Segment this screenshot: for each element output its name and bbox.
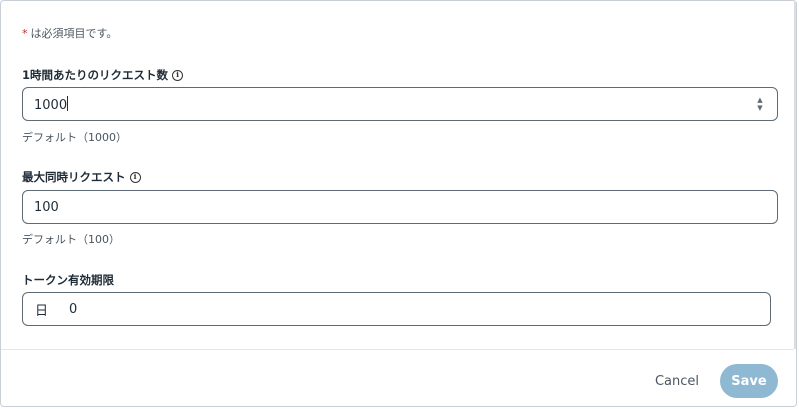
- max-concurrent-label-text: 最大同時リクエスト: [22, 170, 126, 184]
- required-star: *: [22, 27, 28, 40]
- requests-per-hour-label-text: 1時間あたりのリクエスト数: [22, 68, 169, 82]
- scrollbar[interactable]: [794, 1, 796, 349]
- token-expiry-unit: 日: [35, 303, 49, 319]
- save-button[interactable]: Save: [720, 364, 778, 398]
- info-icon[interactable]: i: [129, 171, 141, 183]
- stepper-up-icon[interactable]: ▲: [757, 96, 762, 104]
- max-concurrent-input[interactable]: 100: [22, 190, 778, 224]
- requests-per-hour-value[interactable]: 1000: [34, 98, 67, 113]
- stepper-down-icon[interactable]: ▼: [757, 104, 762, 112]
- requests-per-hour-label: 1時間あたりのリクエスト数 i: [22, 67, 184, 83]
- max-concurrent-value[interactable]: 100: [23, 200, 777, 215]
- token-expiry-label: トークン有効期限: [22, 272, 114, 288]
- requests-per-hour-value-wrap[interactable]: 1000: [23, 95, 751, 113]
- requests-per-hour-input[interactable]: 1000 ▲ ▼: [22, 87, 778, 121]
- required-note: * は必須項目です。: [22, 25, 117, 41]
- token-expiry-value[interactable]: 0: [69, 302, 77, 317]
- token-expiry-label-text: トークン有効期限: [22, 273, 114, 287]
- text-caret: [67, 95, 69, 111]
- number-stepper[interactable]: ▲ ▼: [751, 88, 769, 120]
- settings-dialog: * は必須項目です。 1時間あたりのリクエスト数 i 1000 ▲ ▼ デフォルト…: [0, 0, 797, 407]
- token-expiry-input[interactable]: 日 0: [22, 292, 771, 326]
- max-concurrent-label: 最大同時リクエスト i: [22, 169, 141, 185]
- footer-divider: [1, 349, 794, 350]
- required-note-text: は必須項目です。: [30, 27, 118, 40]
- info-icon[interactable]: i: [172, 69, 184, 81]
- requests-per-hour-helper: デフォルト（1000）: [22, 131, 127, 144]
- max-concurrent-helper: デフォルト（100）: [22, 233, 120, 246]
- cancel-button[interactable]: Cancel: [646, 367, 708, 395]
